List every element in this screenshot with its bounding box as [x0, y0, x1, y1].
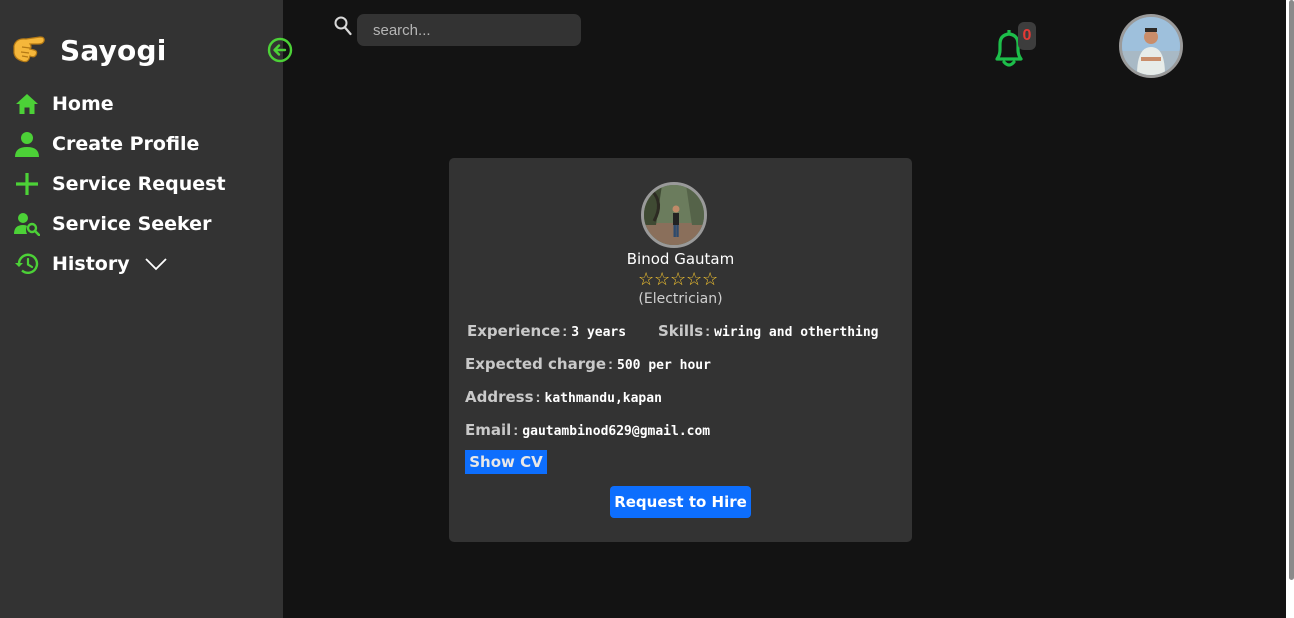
address-field: Address: kathmandu,kapan	[465, 388, 662, 407]
charge-label: Expected charge	[465, 355, 607, 373]
skills-separator: :	[705, 323, 711, 340]
email-separator: :	[513, 422, 519, 439]
star-icon: ☆	[670, 269, 687, 289]
profile-name: Binod Gautam	[626, 250, 735, 268]
user-avatar[interactable]	[1119, 14, 1183, 78]
notification-count-badge: 0	[1018, 22, 1036, 50]
history-icon	[14, 251, 40, 277]
sidebar-item-service-request[interactable]: Service Request	[14, 164, 226, 204]
address-label: Address	[465, 388, 534, 406]
star-icon: ☆	[638, 269, 655, 289]
sidebar-item-label: Service Request	[52, 173, 226, 195]
profile-photo	[641, 182, 707, 248]
person-search-icon	[14, 211, 40, 237]
sidebar-item-service-seeker[interactable]: Service Seeker	[14, 204, 226, 244]
chevron-down-icon[interactable]	[144, 252, 168, 276]
scrollbar-thumb[interactable]	[1289, 0, 1294, 580]
sidebar-item-label: History	[52, 253, 130, 275]
email-value: gautambinod629@gmail.com	[522, 424, 711, 439]
show-cv-button[interactable]: Show CV	[465, 450, 547, 474]
sidebar-nav: Home Create Profile Service Request Serv…	[14, 84, 226, 284]
email-label: Email	[465, 421, 512, 439]
pointing-hand-icon	[10, 32, 48, 68]
skills-field: Skills: wiring and otherthing	[658, 322, 879, 341]
experience-separator: :	[562, 323, 568, 340]
skills-label: Skills	[658, 322, 704, 340]
search-bar	[334, 14, 581, 46]
experience-label: Experience	[467, 322, 561, 340]
brand[interactable]: Sayogi	[10, 30, 167, 70]
person-icon	[14, 131, 40, 157]
request-to-hire-button[interactable]: Request to Hire	[610, 486, 751, 518]
sidebar-item-create-profile[interactable]: Create Profile	[14, 124, 226, 164]
sidebar-item-history[interactable]: History	[14, 244, 226, 284]
profession: (Electrician)	[638, 291, 723, 307]
address-separator: :	[535, 389, 541, 406]
star-icon: ☆	[686, 269, 703, 289]
star-icon: ☆	[702, 269, 719, 289]
sidebar-item-label: Home	[52, 93, 114, 115]
search-input[interactable]	[357, 14, 581, 46]
search-icon	[334, 16, 352, 36]
sidebar-item-home[interactable]: Home	[14, 84, 226, 124]
charge-value: 500 per hour	[617, 358, 711, 373]
profile-card: Binod Gautam ☆ ☆ ☆ ☆ ☆ (Electrician) Exp…	[449, 158, 912, 542]
experience-field: Experience:3 years	[467, 322, 626, 341]
sidebar: Sayogi Home Create Profile Service Reque…	[0, 0, 293, 618]
plus-icon	[14, 171, 40, 197]
email-field: Email: gautambinod629@gmail.com	[465, 421, 710, 440]
skills-value: wiring and otherthing	[714, 325, 879, 340]
star-icon: ☆	[654, 269, 671, 289]
experience-value: 3 years	[571, 325, 627, 340]
brand-name: Sayogi	[60, 33, 167, 67]
rating-stars: ☆ ☆ ☆ ☆ ☆	[638, 270, 718, 288]
address-value: kathmandu,kapan	[544, 391, 662, 406]
charge-separator: :	[608, 356, 614, 373]
app: Sayogi Home Create Profile Service Reque…	[0, 0, 1294, 618]
home-icon	[14, 91, 40, 117]
sidebar-item-label: Service Seeker	[52, 213, 212, 235]
charge-field: Expected charge:500 per hour	[465, 355, 711, 374]
sidebar-item-label: Create Profile	[52, 133, 200, 155]
arrow-left-circle-icon[interactable]	[267, 37, 293, 63]
